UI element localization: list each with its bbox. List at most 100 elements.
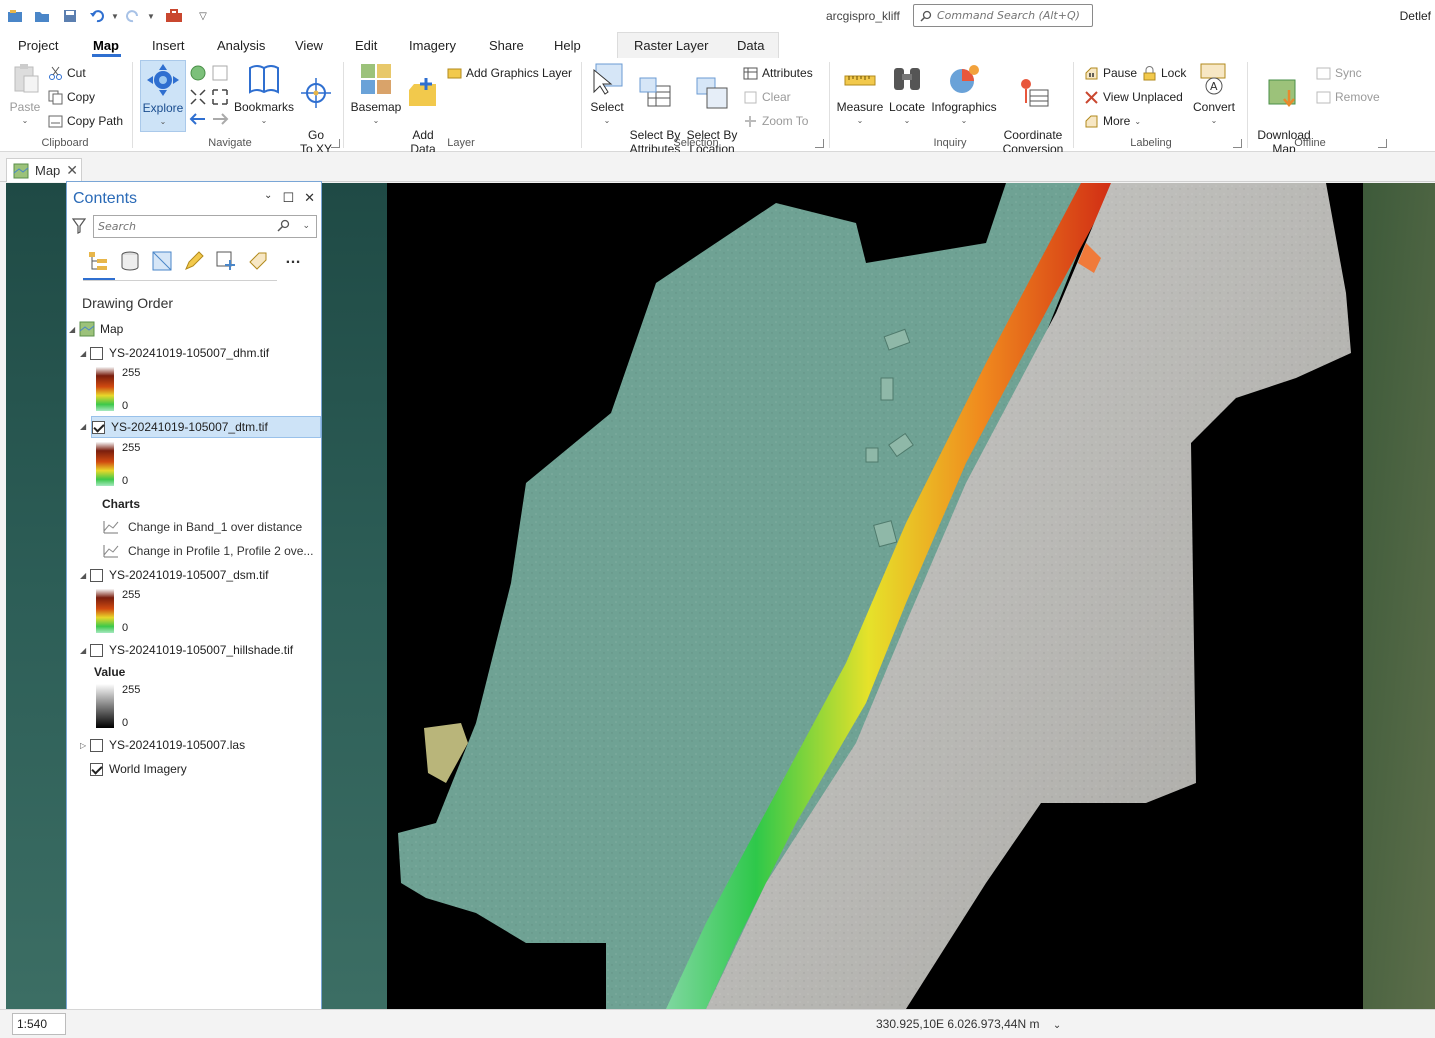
search-options-icon[interactable]: ⌄ — [302, 220, 310, 231]
navigate-small-tools — [189, 64, 229, 125]
measure-button[interactable]: Measure ⌄ — [836, 60, 884, 128]
tab-map[interactable]: Map — [93, 38, 119, 53]
copy-button[interactable]: Copy — [48, 88, 95, 106]
list-by-editing-icon[interactable] — [183, 250, 205, 272]
chart-item[interactable]: Change in Band_1 over distance — [102, 517, 302, 537]
navigate-dialog-launcher[interactable] — [331, 139, 340, 148]
fixed-zoom-icon[interactable] — [211, 64, 229, 85]
tab-imagery[interactable]: Imagery — [409, 38, 456, 53]
pause-labeling-button[interactable]: Pause — [1084, 64, 1137, 82]
tab-raster-layer[interactable]: Raster Layer — [634, 38, 708, 53]
layer-search[interactable]: ⌄ — [93, 215, 317, 238]
paste-button[interactable]: Paste ⌄ — [8, 60, 42, 128]
tab-view[interactable]: View — [295, 38, 323, 53]
maximize-icon[interactable]: ☐ — [282, 190, 294, 206]
zoom-in-fixed-icon[interactable] — [189, 88, 207, 109]
map-view-tab[interactable]: Map ✕ — [6, 158, 82, 182]
layer-item[interactable]: ◢ YS-20241019-105007_dhm.tif — [80, 342, 269, 364]
coordinate-format-dropdown-icon[interactable]: ⌄ — [1053, 1020, 1061, 1031]
full-extent-icon[interactable] — [189, 64, 207, 85]
layer-item-selected[interactable]: YS-20241019-105007_dtm.tif — [91, 416, 321, 438]
list-by-drawing-order-icon[interactable] — [87, 250, 109, 272]
tab-insert[interactable]: Insert — [152, 38, 185, 53]
list-by-snapping-icon[interactable] — [215, 250, 237, 272]
zoom-out-fixed-icon[interactable] — [211, 88, 229, 109]
sync-button[interactable]: Sync — [1316, 64, 1362, 82]
open-project-icon[interactable] — [33, 6, 51, 26]
previous-extent-icon[interactable] — [189, 112, 207, 129]
layer-item[interactable]: ▷ YS-20241019-105007.las — [80, 734, 245, 756]
collapse-icon[interactable]: ◢ — [80, 349, 90, 358]
layer-item[interactable]: World Imagery — [90, 758, 187, 780]
list-by-data-source-icon[interactable] — [119, 250, 141, 272]
redo-dropdown-icon[interactable]: ▼ — [146, 6, 156, 26]
copy-path-button[interactable]: Copy Path — [48, 112, 123, 130]
lock-labels-button[interactable]: Lock — [1142, 64, 1186, 82]
selection-dialog-launcher[interactable] — [815, 139, 824, 148]
attributes-button[interactable]: Attributes — [743, 64, 813, 82]
layer-visibility-checkbox[interactable] — [92, 420, 105, 434]
infographics-button[interactable]: Infographics ⌄ — [930, 60, 998, 128]
map-scale-input[interactable]: 1:540 — [12, 1013, 66, 1035]
layer-visibility-checkbox[interactable] — [90, 643, 103, 657]
list-by-labeling-icon[interactable] — [247, 250, 269, 272]
app-title: arcgispro_kliff — [826, 9, 900, 23]
collapse-icon[interactable]: ◢ — [80, 422, 90, 431]
tab-analysis[interactable]: Analysis — [217, 38, 265, 53]
layer-visibility-checkbox[interactable] — [90, 738, 103, 752]
tab-share[interactable]: Share — [489, 38, 524, 53]
layer-visibility-checkbox[interactable] — [90, 762, 103, 776]
undo-dropdown-icon[interactable]: ▼ — [110, 6, 120, 26]
undo-icon[interactable] — [88, 6, 106, 26]
pane-options-icon[interactable]: ⌄ — [264, 190, 272, 206]
new-project-icon[interactable] — [6, 6, 24, 26]
user-name[interactable]: Detlef — [1400, 9, 1431, 23]
save-project-icon[interactable] — [61, 6, 79, 26]
toolbox-icon[interactable] — [164, 6, 184, 26]
collapse-icon[interactable]: ◢ — [69, 325, 79, 334]
bookmarks-button[interactable]: Bookmarks ⌄ — [234, 60, 294, 128]
close-pane-icon[interactable]: ✕ — [304, 190, 315, 206]
close-icon[interactable]: ✕ — [66, 162, 78, 179]
explore-button[interactable]: Explore ⌄ — [140, 60, 186, 132]
convert-labels-button[interactable]: A Convert ⌄ — [1190, 60, 1238, 128]
chart-item[interactable]: Change in Profile 1, Profile 2 ove... — [102, 541, 313, 561]
basemap-button[interactable]: Basemap ⌄ — [350, 60, 402, 128]
filter-icon[interactable] — [71, 218, 87, 237]
tab-project[interactable]: Project — [18, 38, 58, 53]
labeling-dialog-launcher[interactable] — [1233, 139, 1242, 148]
tab-help[interactable]: Help — [554, 38, 581, 53]
tab-data[interactable]: Data — [737, 38, 764, 53]
add-data-icon — [406, 76, 440, 110]
layer-visibility-checkbox[interactable] — [90, 346, 103, 360]
collapse-icon[interactable]: ◢ — [80, 646, 90, 655]
clear-selection-button[interactable]: Clear — [743, 88, 791, 106]
customize-qat-icon[interactable]: ▽ — [196, 6, 210, 26]
zoom-to-selection-button[interactable]: Zoom To — [743, 112, 808, 130]
list-by-selection-icon[interactable] — [151, 250, 173, 272]
layer-visibility-checkbox[interactable] — [90, 568, 103, 582]
locate-button[interactable]: Locate ⌄ — [888, 60, 926, 128]
layer-item[interactable]: ◢ YS-20241019-105007_dsm.tif — [80, 564, 268, 586]
command-search[interactable] — [913, 4, 1093, 27]
add-graphics-layer-button[interactable]: Add Graphics Layer — [447, 64, 572, 82]
tab-edit[interactable]: Edit — [355, 38, 377, 53]
remove-offline-button[interactable]: Remove — [1316, 88, 1380, 106]
copy-icon — [48, 90, 63, 105]
view-unplaced-button[interactable]: View Unplaced — [1084, 88, 1183, 106]
coordinate-conversion-icon — [1016, 76, 1050, 110]
expand-icon[interactable]: ▷ — [80, 741, 90, 750]
map-tree-item[interactable]: ◢ Map — [69, 318, 123, 340]
select-button[interactable]: Select ⌄ — [588, 60, 626, 128]
command-search-input[interactable] — [937, 9, 1087, 22]
cut-button[interactable]: Cut — [48, 64, 86, 82]
more-labeling-button[interactable]: More ⌄ — [1084, 112, 1141, 130]
layer-item[interactable]: ◢ YS-20241019-105007_hillshade.tif — [80, 639, 293, 661]
offline-dialog-launcher[interactable] — [1378, 139, 1387, 148]
group-separator — [132, 62, 133, 148]
redo-icon[interactable] — [124, 6, 142, 26]
collapse-icon[interactable]: ◢ — [80, 571, 90, 580]
layer-search-input[interactable] — [98, 220, 278, 233]
more-options-icon[interactable]: … — [285, 250, 307, 272]
next-extent-icon[interactable] — [211, 112, 229, 129]
